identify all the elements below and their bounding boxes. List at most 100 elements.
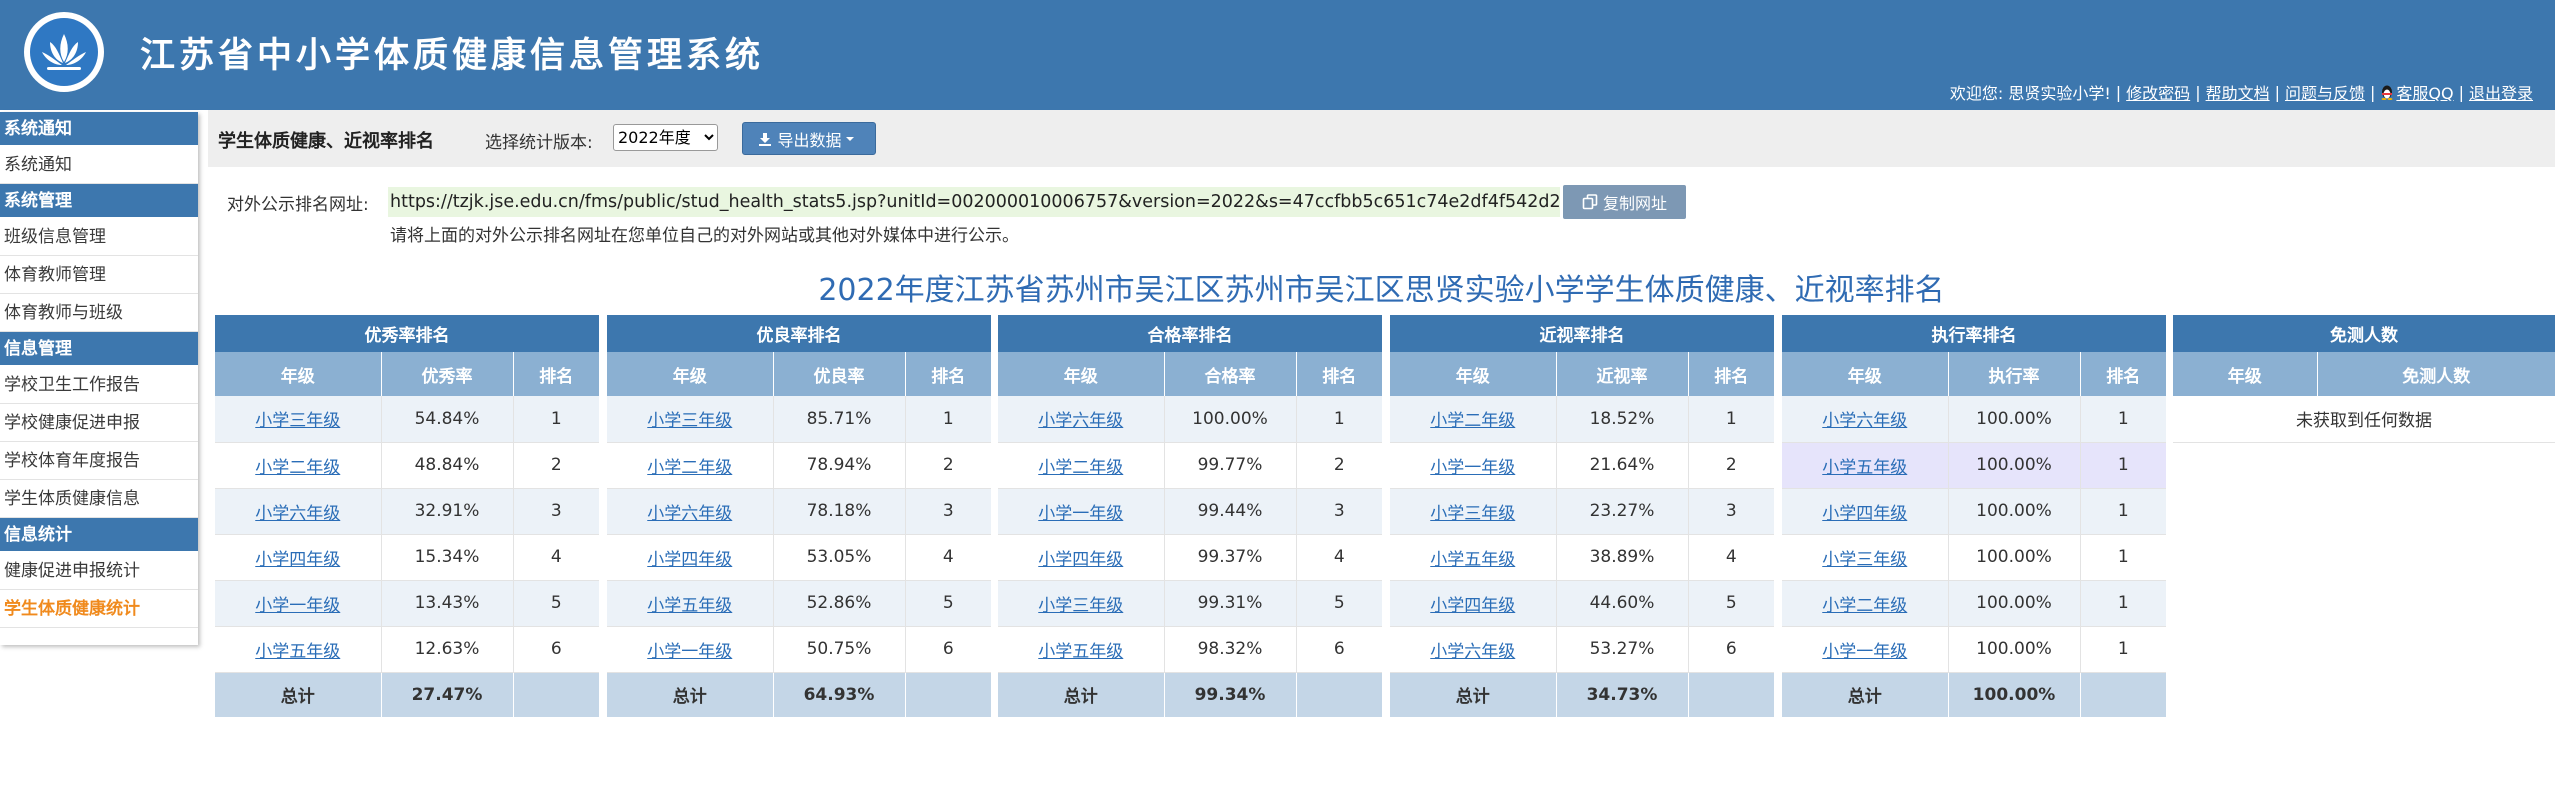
rate-cell: 100.00% — [1948, 534, 2081, 581]
table-row: 小学四年级 15.34% 4 — [215, 534, 600, 581]
grade-cell: 小学六年级 — [607, 488, 774, 535]
grade-link[interactable]: 小学二年级 — [647, 458, 732, 478]
version-select[interactable]: 2022年度 — [613, 124, 718, 151]
sidebar-item-health-promotion[interactable]: 学校健康促进申报 — [0, 404, 198, 442]
rank-cell: 6 — [905, 626, 992, 673]
sidebar-group-info-management[interactable]: 信息管理 — [0, 332, 198, 366]
grade-link[interactable]: 小学三年级 — [647, 411, 732, 431]
exempt-col-count: 免测人数 — [2317, 352, 2555, 396]
rank-cell: 3 — [1296, 488, 1383, 535]
grade-link[interactable]: 小学五年级 — [255, 642, 340, 662]
rate-cell: 99.31% — [1164, 580, 1297, 627]
sidebar-item-class-management[interactable]: 班级信息管理 — [0, 218, 198, 256]
grade-link[interactable]: 小学六年级 — [1822, 411, 1907, 431]
customer-qq-link[interactable]: 客服QQ — [2396, 80, 2453, 104]
grade-link[interactable]: 小学四年级 — [255, 550, 340, 570]
table-row: 小学五年级 52.86% 5 — [607, 580, 992, 627]
rank-cell: 4 — [905, 534, 992, 581]
sidebar-group-system-admin[interactable]: 系统管理 — [0, 184, 198, 218]
grade-link[interactable]: 小学二年级 — [255, 458, 340, 478]
exempt-col-grade: 年级 — [2173, 352, 2318, 396]
rate-cell: 38.89% — [1556, 534, 1689, 581]
total-rate: 34.73% — [1556, 672, 1689, 717]
rank-cell: 1 — [2080, 534, 2167, 581]
public-url-field[interactable]: https://tzjk.jse.edu.cn/fms/public/stud_… — [388, 187, 1560, 217]
logout-link[interactable]: 退出登录 — [2469, 80, 2533, 104]
app-title: 江苏省中小学体质健康信息管理系统 — [140, 36, 765, 76]
grade-link[interactable]: 小学三年级 — [1430, 504, 1515, 524]
sidebar-item-student-health-stats[interactable]: 学生体质健康统计 — [0, 590, 198, 628]
help-docs-link[interactable]: 帮助文档 — [2206, 80, 2270, 104]
table-row: 小学一年级 21.64% 2 — [1390, 442, 1775, 489]
top-mark: ' ' — [1270, 0, 1283, 10]
total-label: 总计 — [1782, 672, 1949, 717]
table-row: 小学二年级 78.94% 2 — [607, 442, 992, 489]
grade-cell: 小学五年级 — [215, 626, 382, 673]
grade-link[interactable]: 小学五年级 — [647, 596, 732, 616]
rate-cell: 50.75% — [773, 626, 906, 673]
grade-cell: 小学六年级 — [215, 488, 382, 535]
sidebar-group-notice[interactable]: 系统通知 — [0, 112, 198, 146]
grade-link[interactable]: 小学五年级 — [1038, 642, 1123, 662]
table-row: 小学六年级 53.27% 6 — [1390, 626, 1775, 673]
rate-cell: 15.34% — [381, 534, 514, 581]
grade-link[interactable]: 小学四年级 — [647, 550, 732, 570]
rank-cell: 2 — [1296, 442, 1383, 489]
rank-cell: 1 — [2080, 396, 2167, 443]
grade-link[interactable]: 小学一年级 — [1822, 642, 1907, 662]
rank-cell: 1 — [1688, 396, 1775, 443]
grade-link[interactable]: 小学四年级 — [1822, 504, 1907, 524]
grade-link[interactable]: 小学三年级 — [1038, 596, 1123, 616]
grade-link[interactable]: 小学五年级 — [1430, 550, 1515, 570]
copy-url-button[interactable]: 复制网址 — [1563, 185, 1686, 219]
rate-cell: 100.00% — [1948, 626, 2081, 673]
sidebar-item-pe-teacher-class[interactable]: 体育教师与班级 — [0, 294, 198, 332]
grade-link[interactable]: 小学二年级 — [1430, 411, 1515, 431]
sidebar-group-statistics[interactable]: 信息统计 — [0, 518, 198, 552]
table-row: 小学三年级 99.31% 5 — [998, 580, 1383, 627]
sidebar-item-pe-annual-report[interactable]: 学校体育年度报告 — [0, 442, 198, 480]
change-password-link[interactable]: 修改密码 — [2126, 80, 2190, 104]
grade-link[interactable]: 小学一年级 — [1038, 504, 1123, 524]
grade-link[interactable]: 小学一年级 — [1430, 458, 1515, 478]
grade-link[interactable]: 小学二年级 — [1038, 458, 1123, 478]
total-rank — [1688, 672, 1775, 717]
rank-cell: 5 — [513, 580, 600, 627]
grade-link[interactable]: 小学六年级 — [1038, 411, 1123, 431]
sidebar-item-student-health-info[interactable]: 学生体质健康信息 — [0, 480, 198, 518]
total-label: 总计 — [998, 672, 1165, 717]
grade-link[interactable]: 小学四年级 — [1038, 550, 1123, 570]
grade-cell: 小学四年级 — [1390, 580, 1557, 627]
rank-cell: 1 — [2080, 488, 2167, 535]
table-row: 小学六年级 100.00% 1 — [1782, 396, 2167, 443]
grade-link[interactable]: 小学六年级 — [1430, 642, 1515, 662]
grade-link[interactable]: 小学六年级 — [255, 504, 340, 524]
rate-cell: 53.27% — [1556, 626, 1689, 673]
sidebar-item-system-notice[interactable]: 系统通知 — [0, 146, 198, 184]
rate-cell: 23.27% — [1556, 488, 1689, 535]
sidebar-item-pe-teacher-management[interactable]: 体育教师管理 — [0, 256, 198, 294]
rank-cell: 3 — [513, 488, 600, 535]
column-header: 合格率 — [1164, 352, 1297, 396]
sidebar-item-hygiene-report[interactable]: 学校卫生工作报告 — [0, 366, 198, 404]
grade-link[interactable]: 小学五年级 — [1822, 458, 1907, 478]
rank-cell: 2 — [1688, 442, 1775, 489]
table-title: 近视率排名 — [1390, 315, 1775, 352]
grade-link[interactable]: 小学二年级 — [1822, 596, 1907, 616]
rank-cell: 1 — [905, 396, 992, 443]
feedback-link[interactable]: 问题与反馈 — [2285, 80, 2365, 104]
grade-cell: 小学二年级 — [215, 442, 382, 489]
grade-link[interactable]: 小学三年级 — [1822, 550, 1907, 570]
grade-link[interactable]: 小学六年级 — [647, 504, 732, 524]
grade-link[interactable]: 小学四年级 — [1430, 596, 1515, 616]
grade-cell: 小学四年级 — [998, 534, 1165, 581]
sidebar-item-health-promotion-stats[interactable]: 健康促进申报统计 — [0, 552, 198, 590]
grade-link[interactable]: 小学三年级 — [255, 411, 340, 431]
grade-link[interactable]: 小学一年级 — [255, 596, 340, 616]
table-row: 小学五年级 38.89% 4 — [1390, 534, 1775, 581]
rate-cell: 53.05% — [773, 534, 906, 581]
grade-link[interactable]: 小学一年级 — [647, 642, 732, 662]
column-header: 排名 — [905, 352, 992, 396]
export-button[interactable]: 导出数据 — [742, 122, 876, 155]
table-row: 小学三年级 23.27% 3 — [1390, 488, 1775, 535]
